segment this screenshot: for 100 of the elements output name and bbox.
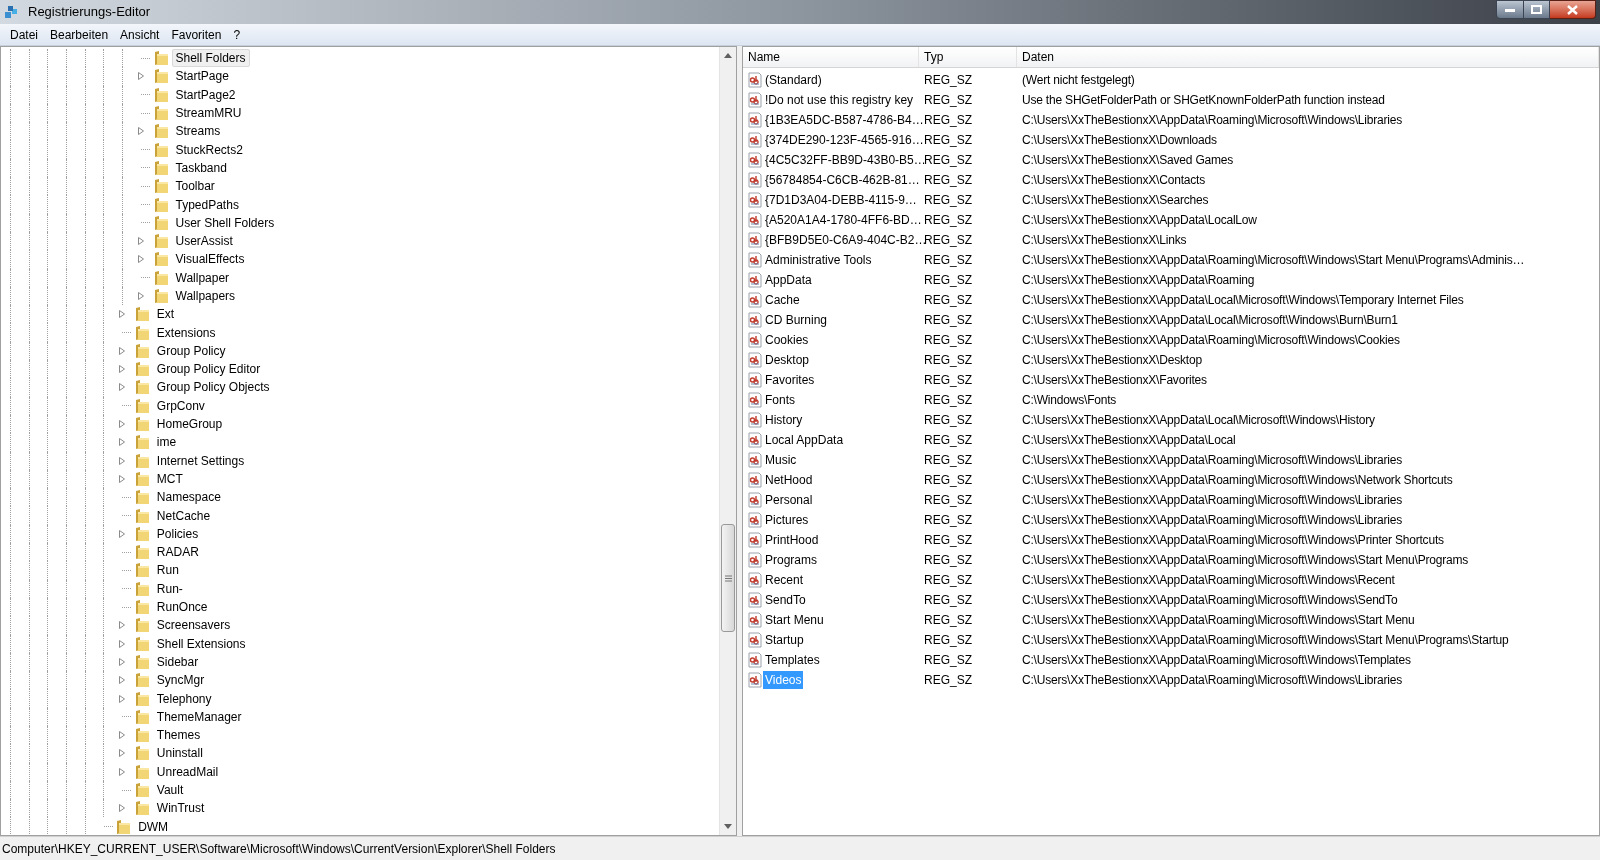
value-name[interactable]: {A520A1A4-1780-4FF6-BD…: [763, 211, 924, 229]
value-name[interactable]: Startup: [763, 631, 806, 649]
expand-triangle-icon[interactable]: [138, 237, 145, 246]
minimize-button[interactable]: [1496, 0, 1524, 19]
scrollbar-thumb[interactable]: [721, 524, 735, 632]
expand-triangle-icon[interactable]: [119, 804, 126, 813]
expand-triangle-icon[interactable]: [119, 731, 126, 740]
menu-item[interactable]: ?: [227, 24, 247, 45]
tree-item[interactable]: VisualEffects: [171, 250, 249, 269]
tree-item[interactable]: StartPage2: [171, 85, 240, 104]
tree-item[interactable]: WinTrust: [152, 799, 209, 818]
tree-item[interactable]: Telephony: [152, 689, 216, 708]
tree-item[interactable]: TypedPaths: [171, 195, 243, 214]
value-name[interactable]: {7D1D3A04-DEBB-4115-9…: [763, 191, 919, 209]
expand-triangle-icon[interactable]: [119, 383, 126, 392]
tree-item[interactable]: Extensions: [152, 323, 220, 342]
tree-item[interactable]: Vault: [152, 781, 188, 799]
tree-item[interactable]: ThemeManager: [152, 707, 246, 726]
value-name[interactable]: !Do not use this registry key: [763, 91, 916, 109]
expand-triangle-icon[interactable]: [119, 310, 126, 319]
tree-item[interactable]: Group Policy Objects: [152, 378, 274, 397]
expand-triangle-icon[interactable]: [138, 127, 145, 136]
tree-item[interactable]: Run-: [152, 579, 187, 598]
value-name[interactable]: Cookies: [763, 331, 811, 349]
menu-item[interactable]: Bearbeiten: [44, 24, 115, 45]
tree-item[interactable]: StuckRects2: [171, 140, 247, 159]
tree-item[interactable]: Namespace: [152, 488, 225, 507]
expand-triangle-icon[interactable]: [119, 676, 126, 685]
tree-item[interactable]: DWM: [134, 817, 173, 835]
tree-item[interactable]: StartPage: [171, 67, 233, 86]
tree-item[interactable]: Themes: [152, 726, 205, 745]
tree-item[interactable]: Ext: [152, 305, 179, 324]
menu-item[interactable]: Ansicht: [114, 24, 166, 45]
expand-triangle-icon[interactable]: [138, 292, 145, 300]
value-name[interactable]: Music: [763, 451, 799, 469]
expand-triangle-icon[interactable]: [119, 438, 126, 447]
value-name[interactable]: Recent: [763, 571, 806, 589]
value-name[interactable]: Fonts: [763, 391, 797, 409]
value-name[interactable]: AppData: [763, 271, 814, 289]
close-button[interactable]: [1550, 0, 1596, 19]
value-name[interactable]: Start Menu: [763, 611, 826, 629]
tree-item[interactable]: Screensavers: [152, 616, 235, 635]
tree-item[interactable]: RADAR: [152, 543, 203, 562]
tree-item[interactable]: Group Policy: [152, 341, 230, 360]
expand-triangle-icon[interactable]: [138, 255, 145, 264]
tree-item[interactable]: Run: [152, 561, 183, 580]
tree-item[interactable]: Shell Extensions: [152, 634, 250, 653]
tree-item[interactable]: SyncMgr: [152, 671, 209, 690]
expand-triangle-icon[interactable]: [119, 456, 126, 465]
expand-triangle-icon[interactable]: [119, 529, 126, 538]
expand-triangle-icon[interactable]: [119, 749, 126, 758]
column-header[interactable]: Typ: [919, 47, 1017, 67]
tree-item[interactable]: Taskband: [171, 158, 231, 177]
expand-triangle-icon[interactable]: [119, 639, 126, 648]
vertical-scrollbar[interactable]: [719, 47, 736, 835]
expand-triangle-icon[interactable]: [119, 657, 126, 666]
expand-triangle-icon[interactable]: [119, 420, 126, 429]
tree-item[interactable]: MCT: [152, 469, 187, 488]
value-name[interactable]: SendTo: [763, 591, 808, 609]
value-name[interactable]: History: [763, 411, 805, 429]
value-name[interactable]: {1B3EA5DC-B587-4786-B4…: [763, 111, 926, 129]
tree-item[interactable]: Streams: [171, 122, 225, 141]
tree-item[interactable]: Shell Folders: [171, 49, 250, 68]
value-name[interactable]: Programs: [763, 551, 819, 569]
value-name[interactable]: CD Burning: [763, 311, 830, 329]
column-header[interactable]: Daten: [1017, 47, 1599, 67]
column-header[interactable]: Name: [743, 47, 919, 67]
tree-item[interactable]: HomeGroup: [152, 415, 227, 434]
menu-item[interactable]: Favoriten: [165, 24, 228, 45]
tree-item[interactable]: Uninstall: [152, 744, 207, 763]
expand-triangle-icon[interactable]: [119, 621, 126, 630]
expand-triangle-icon[interactable]: [119, 767, 126, 776]
value-name[interactable]: Templates: [763, 651, 822, 669]
expand-triangle-icon[interactable]: [119, 346, 126, 355]
value-name[interactable]: Administrative Tools: [763, 251, 874, 269]
tree-item[interactable]: UnreadMail: [152, 762, 223, 781]
value-name[interactable]: Pictures: [763, 511, 811, 529]
value-name[interactable]: {374DE290-123F-4565-916…: [763, 131, 926, 149]
value-name[interactable]: {56784854-C6CB-462B-81…: [763, 171, 922, 189]
tree-item[interactable]: Wallpapers: [171, 287, 240, 305]
value-name[interactable]: Personal: [763, 491, 815, 509]
value-name[interactable]: (Standard): [763, 71, 824, 89]
maximize-button[interactable]: [1524, 0, 1550, 19]
tree-item[interactable]: Toolbar: [171, 177, 219, 196]
tree-item[interactable]: ime: [152, 433, 181, 452]
tree-item[interactable]: User Shell Folders: [171, 213, 279, 232]
tree-item[interactable]: Sidebar: [152, 652, 203, 671]
tree-item[interactable]: Policies: [152, 524, 203, 543]
value-name[interactable]: NetHood: [763, 471, 815, 489]
value-name[interactable]: Local AppData: [763, 431, 846, 449]
tree-item[interactable]: GrpConv: [152, 396, 209, 415]
value-name[interactable]: Favorites: [763, 371, 817, 389]
expand-triangle-icon[interactable]: [119, 474, 126, 483]
tree-item[interactable]: NetCache: [152, 506, 215, 525]
tree-item[interactable]: Internet Settings: [152, 451, 249, 470]
expand-triangle-icon[interactable]: [119, 365, 126, 374]
tree-item[interactable]: Group Policy Editor: [152, 360, 265, 379]
menu-item[interactable]: Datei: [4, 24, 44, 45]
tree-item[interactable]: UserAssist: [171, 232, 237, 251]
tree-item[interactable]: RunOnce: [152, 598, 212, 617]
